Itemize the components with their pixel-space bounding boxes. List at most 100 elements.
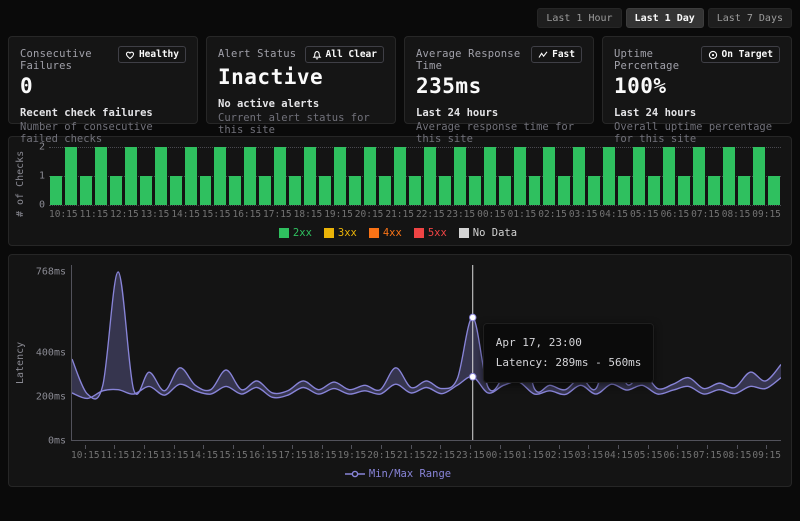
check-bar[interactable] bbox=[140, 176, 152, 205]
x-tick-label: 09:15 bbox=[752, 445, 781, 461]
latency-legend: Min/Max Range bbox=[15, 468, 781, 480]
x-tick-label: 13:15 bbox=[141, 209, 170, 220]
check-bar[interactable] bbox=[439, 176, 451, 205]
check-bar[interactable] bbox=[304, 147, 316, 205]
card-title: Average Response Time bbox=[416, 46, 531, 72]
check-bar[interactable] bbox=[409, 176, 421, 205]
legend-label: No Data bbox=[473, 227, 517, 239]
x-tick-label: 03:15 bbox=[569, 209, 598, 220]
chart-tooltip: Apr 17, 23:00 Latency: 289ms - 560ms bbox=[483, 323, 655, 383]
x-tick-label: 20:15 bbox=[367, 445, 396, 461]
check-bar[interactable] bbox=[678, 176, 690, 205]
checks-bar-plot[interactable] bbox=[49, 147, 781, 205]
check-bar[interactable] bbox=[65, 147, 77, 205]
legend-swatch bbox=[459, 228, 469, 238]
check-bar[interactable] bbox=[364, 147, 376, 205]
check-bar[interactable] bbox=[334, 147, 346, 205]
check-bar[interactable] bbox=[543, 147, 555, 205]
checks-legend: 2xx3xx4xx5xxNo Data bbox=[15, 227, 781, 239]
check-bar[interactable] bbox=[170, 176, 182, 205]
x-tick-label: 04:15 bbox=[599, 209, 628, 220]
x-tick-label: 00:15 bbox=[477, 209, 506, 220]
check-bar[interactable] bbox=[558, 176, 570, 205]
x-tick-label: 05:15 bbox=[630, 209, 659, 220]
check-bar[interactable] bbox=[573, 147, 585, 205]
time-range-button-last-7-days[interactable]: Last 7 Days bbox=[708, 8, 792, 28]
bell-icon bbox=[312, 50, 322, 60]
check-bar[interactable] bbox=[274, 147, 286, 205]
y-tick-label: 400ms bbox=[36, 348, 66, 359]
legend-swatch bbox=[369, 228, 379, 238]
card-title: Consecutive Failures bbox=[20, 46, 118, 72]
bars-container bbox=[49, 147, 781, 205]
check-bar[interactable] bbox=[95, 147, 107, 205]
check-bar[interactable] bbox=[259, 176, 271, 205]
check-bar[interactable] bbox=[229, 176, 241, 205]
x-tick-label: 22:15 bbox=[427, 445, 456, 461]
stats-cards-row: Consecutive FailuresHealthy0Recent check… bbox=[8, 36, 792, 124]
check-bar[interactable] bbox=[469, 176, 481, 205]
check-bar[interactable] bbox=[80, 176, 92, 205]
check-bar[interactable] bbox=[200, 176, 212, 205]
stat-card-uptime-percentage: Uptime PercentageOn Target100%Last 24 ho… bbox=[602, 36, 792, 124]
x-tick-label: 09:15 bbox=[752, 209, 781, 220]
legend-label: 2xx bbox=[293, 227, 312, 239]
check-bar[interactable] bbox=[603, 147, 615, 205]
stat-card-consecutive-failures: Consecutive FailuresHealthy0Recent check… bbox=[8, 36, 198, 124]
gridline bbox=[49, 205, 781, 206]
x-tick-label: 17:15 bbox=[263, 209, 292, 220]
badge-label: All Clear bbox=[326, 49, 377, 60]
check-bar[interactable] bbox=[289, 176, 301, 205]
check-bar[interactable] bbox=[319, 176, 331, 205]
check-bar[interactable] bbox=[349, 176, 361, 205]
x-tick-label: 10:15 bbox=[49, 209, 78, 220]
check-bar[interactable] bbox=[723, 147, 735, 205]
check-bar[interactable] bbox=[738, 176, 750, 205]
card-description: Average response time for this site bbox=[416, 121, 582, 145]
check-bar[interactable] bbox=[753, 147, 765, 205]
check-bar[interactable] bbox=[214, 147, 226, 205]
x-tick-label: 21:15 bbox=[397, 445, 426, 461]
time-range-button-last-1-hour[interactable]: Last 1 Hour bbox=[537, 8, 621, 28]
check-bar[interactable] bbox=[244, 147, 256, 205]
x-tick-label: 06:15 bbox=[661, 209, 690, 220]
x-tick-label: 15:15 bbox=[202, 209, 231, 220]
check-bar[interactable] bbox=[768, 176, 780, 205]
x-tick-label: 03:15 bbox=[575, 445, 604, 461]
hover-dot-min bbox=[469, 373, 475, 380]
card-subtitle: Recent check failures bbox=[20, 107, 186, 119]
badge-label: On Target bbox=[722, 49, 773, 60]
legend-item-4xx: 4xx bbox=[369, 227, 402, 239]
time-range-button-last-1-day[interactable]: Last 1 Day bbox=[626, 8, 704, 28]
x-tick-label: 11:15 bbox=[101, 445, 130, 461]
check-bar[interactable] bbox=[394, 147, 406, 205]
x-tick-label: 08:15 bbox=[723, 445, 752, 461]
check-bar[interactable] bbox=[618, 176, 630, 205]
check-bar[interactable] bbox=[633, 147, 645, 205]
check-bar[interactable] bbox=[110, 176, 122, 205]
latency-plot[interactable]: Apr 17, 23:00 Latency: 289ms - 560ms bbox=[71, 265, 781, 441]
check-bar[interactable] bbox=[454, 147, 466, 205]
check-bar[interactable] bbox=[50, 176, 62, 205]
check-bar[interactable] bbox=[155, 147, 167, 205]
check-bar[interactable] bbox=[379, 176, 391, 205]
check-bar[interactable] bbox=[529, 176, 541, 205]
check-bar[interactable] bbox=[648, 176, 660, 205]
y-tick-label: 2 bbox=[39, 142, 45, 153]
time-range-selector: Last 1 HourLast 1 DayLast 7 Days bbox=[8, 8, 792, 28]
x-tick-label: 07:15 bbox=[691, 209, 720, 220]
check-bar[interactable] bbox=[125, 147, 137, 205]
x-tick-label: 02:15 bbox=[545, 445, 574, 461]
latency-y-axis-label: Latency bbox=[15, 265, 31, 461]
check-bar[interactable] bbox=[514, 147, 526, 205]
check-bar[interactable] bbox=[708, 176, 720, 205]
check-bar[interactable] bbox=[185, 147, 197, 205]
legend-item-minmax-range: Min/Max Range bbox=[345, 468, 451, 480]
check-bar[interactable] bbox=[499, 176, 511, 205]
check-bar[interactable] bbox=[663, 147, 675, 205]
check-bar[interactable] bbox=[588, 176, 600, 205]
check-bar[interactable] bbox=[693, 147, 705, 205]
check-bar[interactable] bbox=[484, 147, 496, 205]
check-bar[interactable] bbox=[424, 147, 436, 205]
status-badge: On Target bbox=[701, 46, 780, 63]
